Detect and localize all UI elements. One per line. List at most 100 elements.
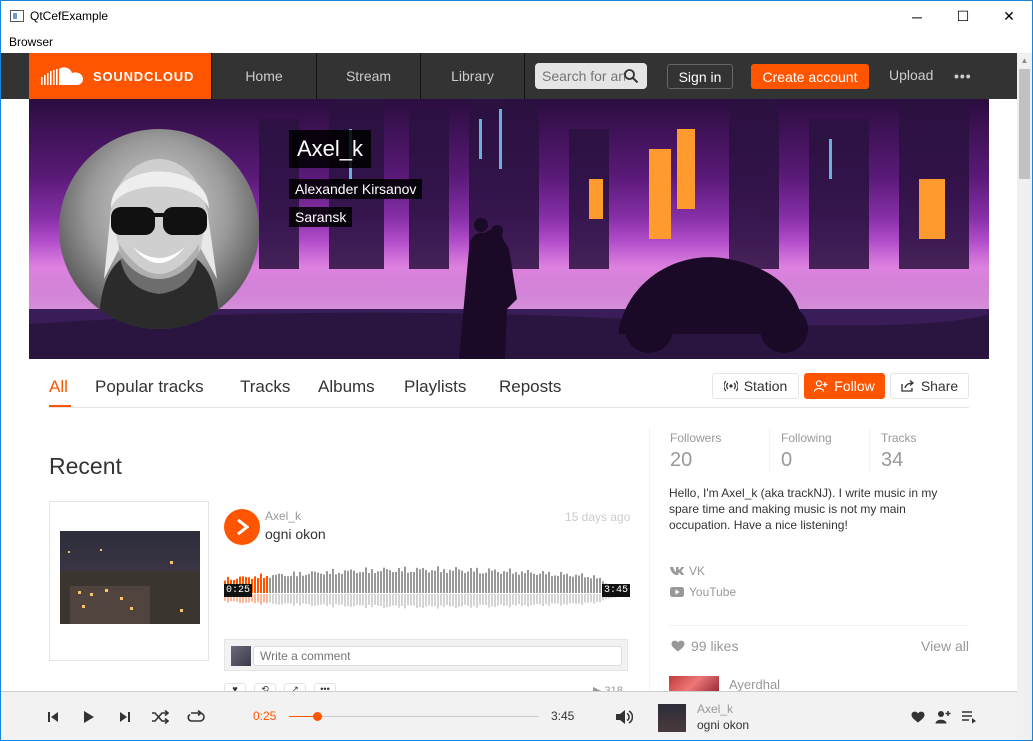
upload-link[interactable]: Upload bbox=[889, 67, 933, 83]
profile-avatar[interactable] bbox=[59, 129, 259, 329]
track-waveform[interactable] bbox=[224, 559, 628, 615]
waveform-bar bbox=[527, 569, 529, 593]
waveform-bar bbox=[407, 572, 409, 593]
shuffle-button[interactable] bbox=[150, 707, 170, 727]
waveform-reflection-bar bbox=[263, 594, 265, 603]
next-button[interactable] bbox=[115, 707, 135, 727]
queue-button[interactable] bbox=[959, 707, 979, 727]
waveform-reflection-bar bbox=[254, 594, 256, 604]
volume-icon bbox=[616, 710, 633, 724]
stat-divider bbox=[769, 429, 770, 473]
waveform-bar bbox=[305, 575, 307, 593]
more-options-icon[interactable]: ••• bbox=[954, 68, 972, 84]
menu-bar: Browser bbox=[1, 32, 1032, 53]
search-field[interactable] bbox=[535, 63, 647, 89]
tab-albums[interactable]: Albums bbox=[318, 377, 375, 397]
tab-tracks[interactable]: Tracks bbox=[240, 377, 290, 397]
waveform-bar bbox=[338, 572, 340, 593]
track-user[interactable]: Axel_k bbox=[265, 509, 301, 523]
volume-button[interactable] bbox=[614, 707, 634, 727]
stat-followers[interactable]: Followers 20 bbox=[670, 431, 721, 472]
waveform-reflection-bar bbox=[395, 594, 397, 606]
waveform-bar bbox=[434, 570, 436, 593]
track-artwork[interactable] bbox=[49, 501, 209, 661]
player-track-artwork[interactable] bbox=[658, 704, 686, 732]
close-button[interactable]: ✕ bbox=[986, 1, 1032, 32]
menu-browser[interactable]: Browser bbox=[9, 35, 53, 49]
player-follow-button[interactable] bbox=[933, 707, 953, 727]
tab-reposts[interactable]: Reposts bbox=[499, 377, 561, 397]
view-all-likes-link[interactable]: View all bbox=[921, 638, 969, 654]
heart-icon bbox=[671, 640, 685, 652]
previous-button[interactable] bbox=[43, 707, 63, 727]
waveform-bar bbox=[332, 568, 334, 593]
player-like-button[interactable] bbox=[908, 707, 928, 727]
waveform-bar bbox=[461, 570, 463, 593]
waveform-bar bbox=[443, 569, 445, 593]
waveform-bar bbox=[341, 573, 343, 593]
search-icon[interactable] bbox=[623, 68, 639, 84]
liked-track-artwork[interactable] bbox=[669, 676, 719, 691]
waveform-bar bbox=[347, 570, 349, 593]
waveform-bar bbox=[326, 571, 328, 593]
vk-icon bbox=[670, 567, 684, 575]
waveform-bar bbox=[323, 574, 325, 593]
waveform-reflection-bar bbox=[281, 594, 283, 605]
page-scrollbar[interactable]: ▲ bbox=[1017, 53, 1032, 740]
waveform-reflection-bar bbox=[503, 594, 505, 607]
scroll-up-arrow-icon[interactable]: ▲ bbox=[1017, 53, 1032, 68]
waveform-reflection-bar bbox=[575, 594, 577, 605]
track-title[interactable]: ogni okon bbox=[265, 526, 326, 542]
player-progress-bar[interactable] bbox=[289, 712, 539, 721]
nav-stream[interactable]: Stream bbox=[317, 53, 421, 99]
waveform-reflection-bar bbox=[446, 594, 448, 606]
waveform-bar bbox=[416, 567, 418, 593]
scrollbar-thumb[interactable] bbox=[1019, 69, 1030, 179]
minimize-button[interactable]: ─ bbox=[894, 1, 940, 32]
waveform-bar bbox=[311, 571, 313, 593]
station-button[interactable]: Station bbox=[712, 373, 799, 399]
soundcloud-logo[interactable]: SOUNDCLOUD bbox=[29, 53, 211, 99]
waveform-reflection-bar bbox=[443, 594, 445, 608]
browser-viewport: SOUNDCLOUD Home Stream Library Sign in C… bbox=[1, 53, 1017, 740]
social-link-vk[interactable]: VK bbox=[670, 564, 705, 578]
likes-count[interactable]: 99 likes bbox=[671, 638, 738, 654]
track-play-button[interactable] bbox=[224, 509, 260, 545]
waveform-reflection-bar bbox=[272, 594, 274, 604]
site-header: SOUNDCLOUD Home Stream Library Sign in C… bbox=[1, 53, 1017, 99]
waveform-bar bbox=[317, 572, 319, 593]
nav-library[interactable]: Library bbox=[421, 53, 525, 99]
player-track-user[interactable]: Axel_k bbox=[697, 702, 733, 716]
tab-all[interactable]: All bbox=[49, 377, 68, 397]
station-label: Station bbox=[743, 378, 788, 394]
maximize-button[interactable]: ☐ bbox=[940, 1, 986, 32]
track-age: 15 days ago bbox=[565, 510, 631, 524]
player-track-title[interactable]: ogni okon bbox=[697, 718, 749, 732]
comment-input[interactable] bbox=[253, 646, 622, 666]
waveform-bar bbox=[536, 574, 538, 593]
sign-in-button[interactable]: Sign in bbox=[667, 64, 733, 89]
player-progress-handle[interactable] bbox=[312, 712, 322, 721]
play-pause-button[interactable] bbox=[79, 707, 99, 727]
follow-button[interactable]: Follow bbox=[804, 373, 885, 399]
create-account-button[interactable]: Create account bbox=[751, 64, 869, 89]
waveform-reflection-bar bbox=[341, 594, 343, 605]
share-button[interactable]: Share bbox=[890, 373, 969, 399]
waveform-bar bbox=[584, 577, 586, 593]
profile-bio: Hello, I'm Axel_k (aka trackNJ). I write… bbox=[669, 486, 938, 532]
waveform-reflection-bar bbox=[467, 594, 469, 606]
social-link-youtube[interactable]: YouTube bbox=[670, 585, 736, 599]
repeat-button[interactable] bbox=[186, 707, 206, 727]
nav-home[interactable]: Home bbox=[211, 53, 317, 99]
stat-tracks[interactable]: Tracks 34 bbox=[881, 431, 917, 472]
waveform-bar bbox=[395, 571, 397, 593]
waveform-bar bbox=[365, 567, 367, 593]
liked-track-user[interactable]: Ayerdhal bbox=[729, 677, 780, 692]
waveform-bar bbox=[542, 570, 544, 593]
tab-playlists[interactable]: Playlists bbox=[404, 377, 466, 397]
search-input[interactable] bbox=[535, 63, 625, 89]
waveform-bar bbox=[512, 573, 514, 593]
stat-following[interactable]: Following 0 bbox=[781, 431, 832, 472]
tab-popular-tracks[interactable]: Popular tracks bbox=[95, 377, 204, 397]
waveform-bar bbox=[554, 575, 556, 593]
